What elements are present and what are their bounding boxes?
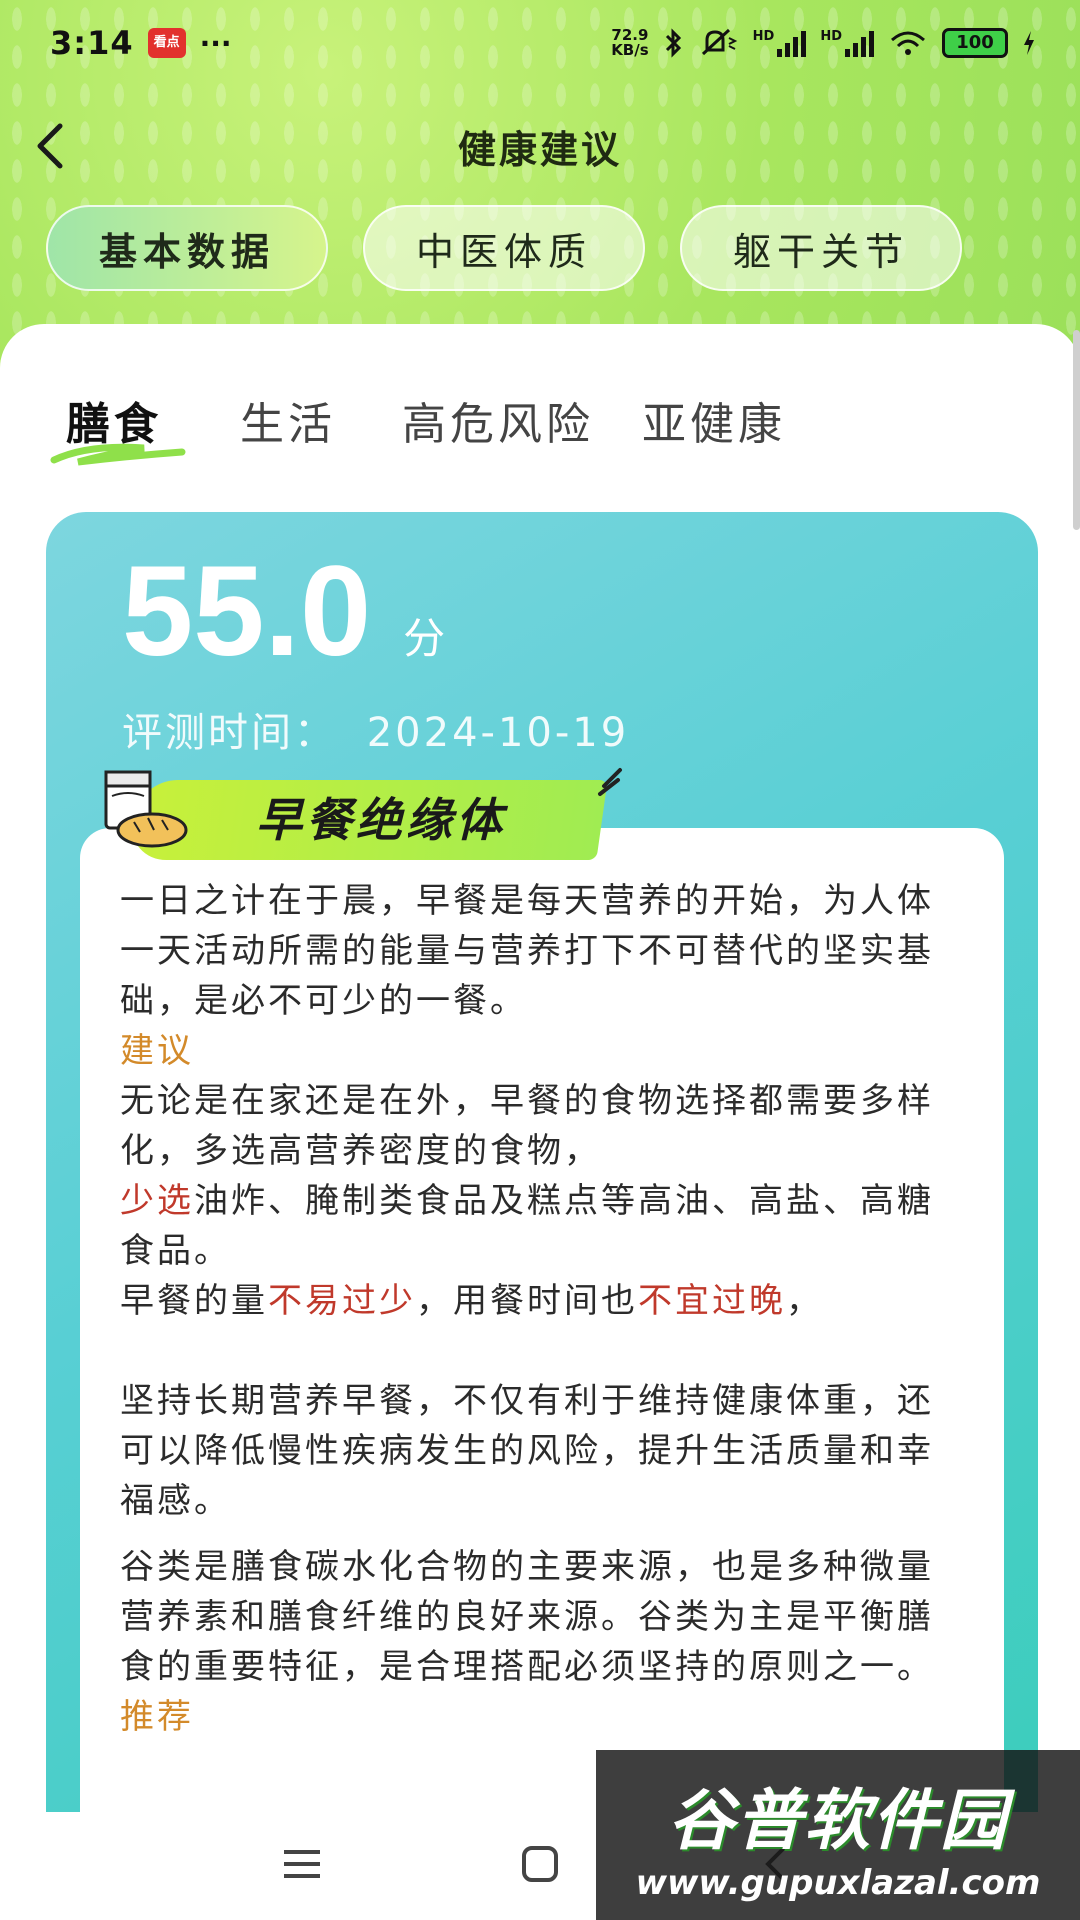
signal-bars-1-icon [777,29,807,57]
evaluation-date: 评测时间： 2024-10-19 [122,700,629,758]
status-indicators: 72.9 KB/s HD HD 100 [611,28,1036,58]
advice-2-text: 油炸、腌制类食品及糕点等高油、高盐、高糖食品。 [120,1181,934,1271]
score-card: 55.0 分 评测时间： 2024-10-19 一日之计在于晨，早餐是每天营养的… [46,512,1038,1812]
evaluation-date-label: 评测时间： [122,710,337,756]
site-watermark: 谷普软件园 www.gupuxlazal.com [596,1750,1080,1920]
badge-title: 早餐绝缘体 [256,793,506,847]
subtab-diet[interactable]: 膳食 [50,388,186,466]
tab-basic-data[interactable]: 基本数据 [46,205,328,291]
subtab-high-risk[interactable]: 高危风险 [402,388,594,452]
breakfast-bread-milk-icon [104,770,188,848]
top-tab-bar: 基本数据 中医体质 躯干关节 [46,205,962,291]
watermark-url: www.gupuxlazal.com [635,1863,1041,1903]
advice-paragraph-2: 少选油炸、腌制类食品及糕点等高油、高盐、高糖食品。 [120,1176,940,1276]
advice-3-part-b: ，用餐时间也 [416,1281,638,1321]
scrollbar[interactable] [1073,330,1080,530]
advice-label: 建议 [120,1031,194,1071]
net-speed: 72.9 KB/s [611,28,648,58]
more-notifications-icon: ··· [199,26,232,60]
app-notification-icon: 看点 [147,28,186,58]
advice-paragraph-1: 无论是在家还是在外，早餐的食物选择都需要多样化，多选高营养密度的食物， [120,1081,934,1171]
advice-3-part-a: 早餐的量 [120,1281,268,1321]
score-row: 55.0 分 [122,540,446,683]
active-tab-underline [50,443,186,466]
app-header: 健康建议 [0,86,1080,206]
tab-trunk-joints[interactable]: 躯干关节 [680,205,962,291]
watermark-name: 谷普软件园 [668,1782,1008,1859]
sim-2-label: HD [820,29,842,44]
advice-card: 一日之计在于晨，早餐是每天营养的开始，为人体一天活动所需的能量与营养打下不可替代… [80,828,1004,1812]
sparkle-icon [598,768,622,796]
home-icon[interactable] [520,1844,560,1884]
evaluation-date-value: 2024-10-19 [366,710,630,756]
wifi-icon [891,31,925,55]
sub-tab-bar: 膳食 生活 高危风险 亚健康 [50,388,786,466]
tab-tcm-constitution[interactable]: 中医体质 [363,205,645,291]
advice-text-block: 一日之计在于晨，早餐是每天营养的开始，为人体一天活动所需的能量与营养打下不可替代… [120,876,940,1742]
subtab-lifestyle[interactable]: 生活 [240,388,336,452]
intro-paragraph: 一日之计在于晨，早餐是每天营养的开始，为人体一天活动所需的能量与营养打下不可替代… [120,881,934,1021]
status-time: 3:14 [50,24,134,62]
signal-bars-2-icon [845,29,874,57]
recommend-label: 推荐 [120,1697,194,1737]
advice-2-highlight: 少选 [120,1181,194,1221]
bluetooth-icon [665,28,681,58]
battery-indicator: 100 [942,28,1008,58]
subtab-sub-health[interactable]: 亚健康 [642,388,786,452]
menu-icon[interactable] [282,1848,322,1880]
grain-paragraph: 谷类是膳食碳水化合物的主要来源，也是多种微量营养素和膳食纤维的良好来源。谷类为主… [120,1547,934,1687]
signal-1: HD [753,29,807,57]
back-arrow-icon[interactable] [24,116,84,176]
mute-icon [701,28,737,56]
signal-2: HD [820,29,874,57]
score-unit: 分 [403,614,446,663]
category-badge: 早餐绝缘体 [76,762,636,862]
net-speed-unit: KB/s [611,41,649,59]
advice-3-highlight-1: 不易过少 [268,1281,416,1321]
page-title: 健康建议 [457,127,622,172]
charging-icon [1024,31,1034,55]
advice-paragraph-4: 坚持长期营养早餐，不仅有利于维持健康体重，还可以降低慢性疾病发生的风险，提升生活… [120,1381,934,1521]
score-value: 55.0 [122,540,372,683]
advice-paragraph-3: 早餐的量不易过少，用餐时间也不宜过晚， [120,1276,940,1326]
sim-1-label: HD [752,29,775,44]
advice-3-part-c: ， [786,1281,823,1321]
advice-3-highlight-2: 不宜过晚 [638,1281,786,1321]
status-bar: 3:14 看点 ··· 72.9 KB/s HD HD 100 [0,0,1080,86]
